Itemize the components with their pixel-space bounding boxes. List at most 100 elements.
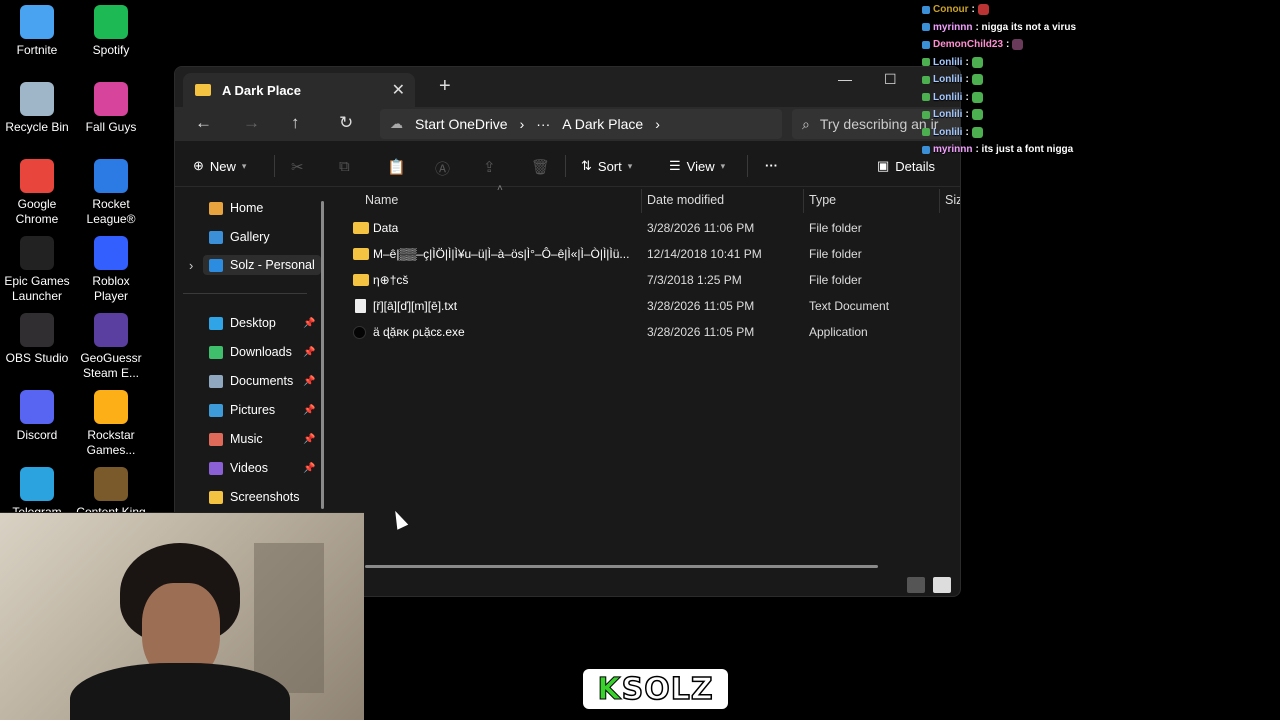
chat-badge-icon: [922, 58, 930, 66]
maximize-button[interactable]: ☐: [884, 71, 897, 88]
address-bar[interactable]: ☁ Start OneDrive › ··· A Dark Place ›: [380, 109, 782, 139]
file-row[interactable]: M–ê|▒▒–ç|ÌÖ|Ì|Ì¥u–ü|Ì–à–ös|Ì°–Ô–ê|Ì«|Ì–Ò…: [333, 242, 960, 268]
cut-icon[interactable]: ✂: [291, 158, 304, 176]
desktop-icon-roblox[interactable]: Roblox Player: [74, 236, 148, 304]
pin-icon[interactable]: 📌: [303, 376, 315, 387]
back-button[interactable]: ←: [195, 113, 212, 133]
column-divider[interactable]: [803, 189, 804, 213]
column-header-size[interactable]: Size: [945, 193, 960, 207]
documents-icon: [209, 374, 223, 388]
desktop-icon: [209, 316, 223, 330]
rename-icon[interactable]: Ⓐ: [435, 158, 450, 179]
desktop-icon-rocket-league[interactable]: Rocket League®: [74, 159, 148, 227]
details-button[interactable]: ▣ Details: [877, 158, 935, 174]
text-document-icon: [355, 299, 366, 313]
sidebar-item-documents[interactable]: Documents: [209, 374, 293, 388]
pin-icon[interactable]: 📌: [303, 405, 315, 416]
sidebar-item-label: Gallery: [230, 230, 270, 244]
breadcrumb-start-onedrive[interactable]: Start OneDrive: [415, 116, 508, 132]
forward-button[interactable]: →: [243, 113, 260, 133]
desktop-icon-label: OBS Studio: [5, 351, 69, 365]
desktop-icon-chrome[interactable]: Google Chrome: [0, 159, 74, 227]
sidebar-item-solz-personal[interactable]: Solz - Personal: [203, 255, 321, 275]
desktop-icon-spotify[interactable]: Spotify: [74, 5, 148, 58]
file-type: File folder: [809, 221, 862, 235]
onedrive-icon: [209, 258, 223, 272]
copy-icon[interactable]: ⧉: [339, 158, 350, 175]
desktop-icon-epic-games[interactable]: Epic Games Launcher: [0, 236, 74, 304]
sidebar-item-gallery[interactable]: Gallery: [209, 230, 270, 244]
new-tab-button[interactable]: +: [439, 75, 451, 98]
chat-text: :: [965, 74, 969, 85]
desktop-icon-discord[interactable]: Discord: [0, 390, 74, 443]
view-button[interactable]: ☰ View ▾: [669, 158, 725, 174]
desktop-icon-geoguessr[interactable]: GeoGuessr Steam E...: [74, 313, 148, 381]
desktop-icon-recycle-bin[interactable]: Recycle Bin: [0, 82, 74, 135]
column-header-type[interactable]: Type: [809, 193, 836, 207]
sidebar-scrollbar[interactable]: [321, 201, 324, 509]
column-header-name[interactable]: Name: [365, 193, 398, 207]
search-icon: ⌕: [802, 115, 810, 132]
desktop-icon-rockstar[interactable]: Rockstar Games...: [74, 390, 148, 458]
file-row[interactable]: [ř][ā][ď][m][ē].txt 3/28/2026 11:05 PM Tex…: [333, 294, 960, 320]
file-row[interactable]: ä ɖặʀĸ ρʟặcɛ.exe 3/28/2026 11:05 PM Applic…: [333, 320, 960, 346]
sort-button[interactable]: ⇅ Sort ▾: [581, 158, 632, 174]
tab-a-dark-place[interactable]: A Dark Place ✕: [183, 73, 415, 107]
application-icon: [353, 326, 366, 339]
desktop-icon-fall-guys[interactable]: Fall Guys: [74, 82, 148, 135]
breadcrumb-overflow[interactable]: ···: [536, 116, 550, 132]
sidebar-item-desktop[interactable]: Desktop: [209, 316, 276, 330]
more-options-button[interactable]: ···: [765, 158, 778, 173]
file-row[interactable]: η⊕†cš 7/3/2018 1:25 PM File folder: [333, 268, 960, 294]
sidebar-item-downloads[interactable]: Downloads: [209, 345, 292, 359]
pin-icon[interactable]: 📌: [303, 347, 315, 358]
horizontal-scrollbar[interactable]: [365, 565, 878, 568]
tiles-view-toggle-icon[interactable]: [933, 577, 951, 593]
new-label: New: [209, 158, 236, 174]
desktop-icon-label: Fortnite: [16, 43, 58, 57]
breadcrumb-a-dark-place[interactable]: A Dark Place: [562, 116, 643, 132]
paste-icon[interactable]: 📋: [387, 158, 406, 176]
file-row[interactable]: Data 3/28/2026 11:06 PM File folder: [333, 216, 960, 242]
delete-icon[interactable]: 🗑: [531, 158, 550, 176]
chat-text: :: [965, 91, 969, 103]
desktop-icon-obs[interactable]: OBS Studio: [0, 313, 74, 366]
logo-k: K: [597, 671, 622, 707]
breadcrumb-separator[interactable]: ›: [655, 116, 660, 132]
view-label: View: [686, 158, 715, 174]
share-icon[interactable]: ⇪: [483, 158, 496, 176]
divider: [747, 155, 748, 177]
chat-badge-icon: [922, 145, 930, 154]
sort-icon: ⇅: [581, 158, 592, 173]
chat-badge-icon: [922, 75, 930, 84]
pin-icon[interactable]: 📌: [303, 463, 315, 474]
minimize-button[interactable]: —: [838, 71, 852, 87]
pin-icon[interactable]: 📌: [303, 434, 315, 445]
details-view-toggle-icon[interactable]: [907, 577, 925, 593]
new-button[interactable]: ⊕ New ▾: [193, 158, 246, 174]
chat-username: myrinnn: [933, 144, 973, 155]
desktop-icon-fortnite[interactable]: Fortnite: [0, 5, 74, 58]
column-header-date-modified[interactable]: Date modified: [647, 193, 724, 207]
sidebar-item-music[interactable]: Music: [209, 432, 263, 446]
sort-ascending-icon: ˄: [497, 183, 503, 194]
column-divider[interactable]: [641, 189, 642, 213]
column-divider[interactable]: [939, 189, 940, 213]
expand-chevron-icon[interactable]: ›: [189, 258, 193, 273]
breadcrumb-separator[interactable]: ›: [520, 116, 525, 132]
chat-username: DemonChild23: [933, 39, 1004, 50]
sidebar-item-home[interactable]: Home: [209, 201, 263, 215]
sidebar-item-label: Videos: [230, 461, 268, 475]
chat-message: Lonlili:: [922, 56, 983, 68]
up-button[interactable]: ↑: [291, 113, 300, 133]
chat-text: :: [965, 109, 969, 120]
sidebar-item-pictures[interactable]: Pictures: [209, 403, 275, 417]
desktop-icon-label: Rockstar Games...: [86, 428, 136, 457]
sidebar-item-screenshots[interactable]: Screenshots: [209, 490, 299, 504]
refresh-button[interactable]: ↻: [339, 113, 353, 133]
chat-text: : nigga its not a virus: [975, 21, 1077, 33]
search-placeholder: Try describing an ir: [819, 116, 939, 132]
pin-icon[interactable]: 📌: [303, 318, 315, 329]
sidebar-item-videos[interactable]: Videos: [209, 461, 268, 475]
close-tab-icon[interactable]: ✕: [392, 80, 405, 100]
